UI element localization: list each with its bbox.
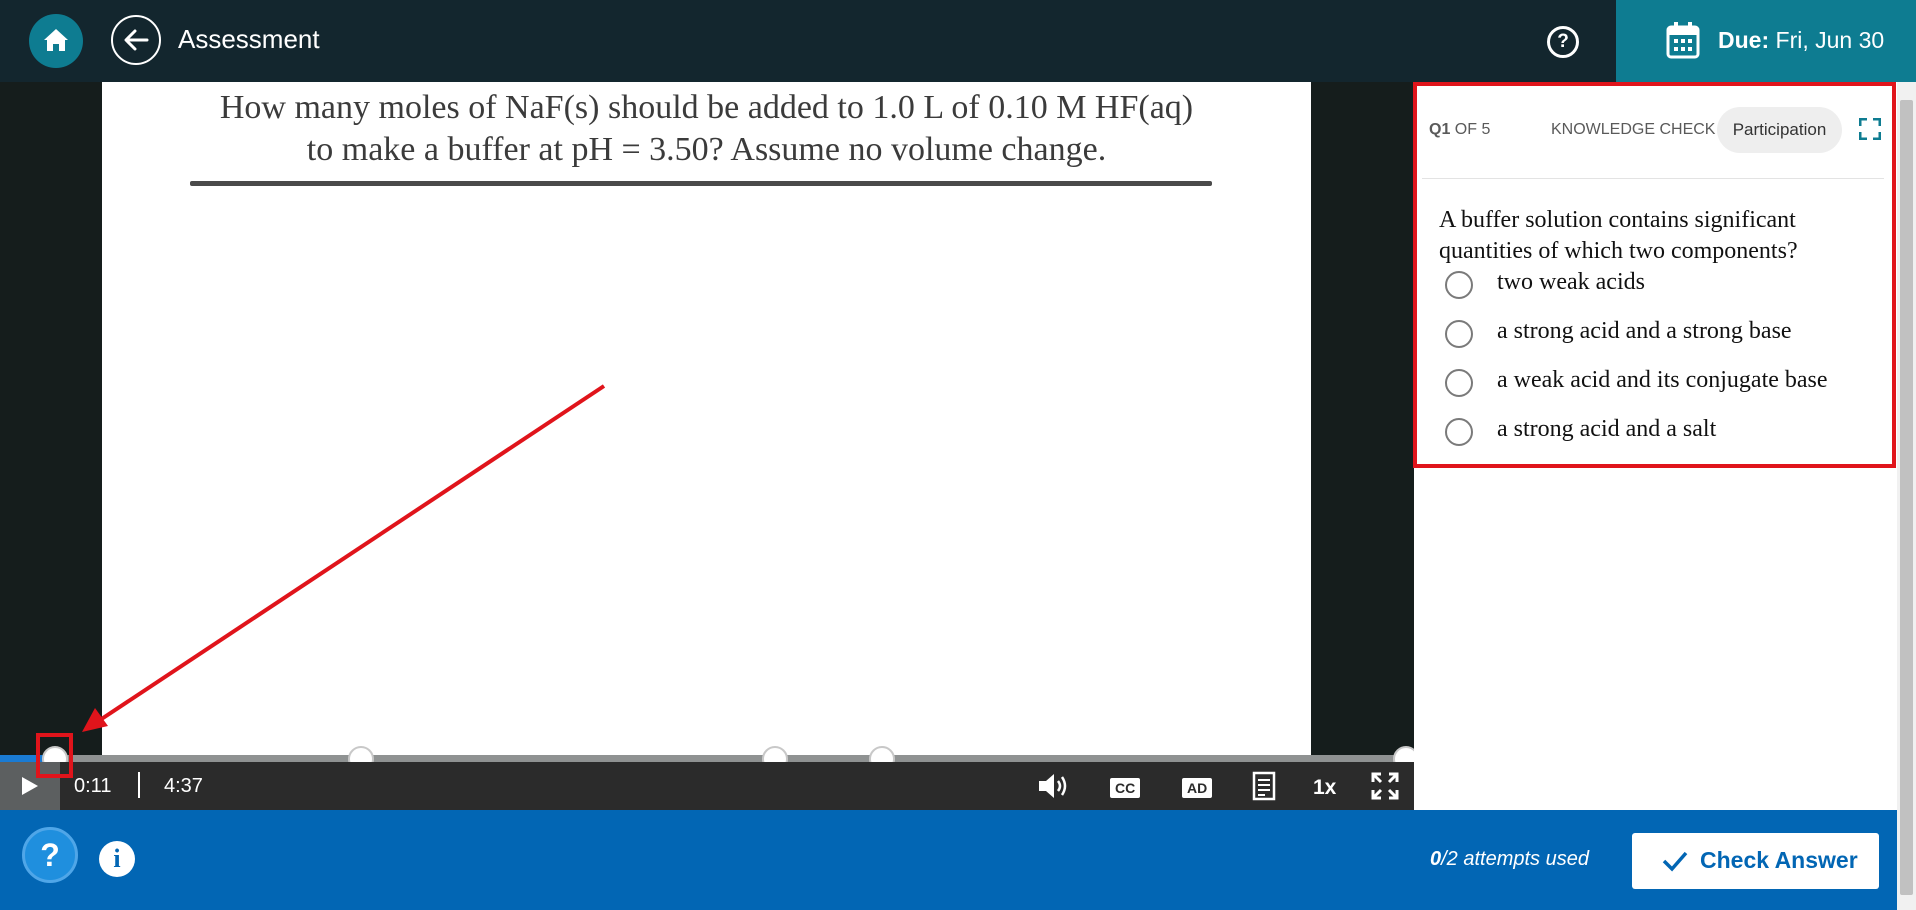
video-frame: How many moles of NaF(s) should be added…: [102, 82, 1311, 755]
time-separator: [138, 772, 140, 798]
progress-bar[interactable]: [0, 755, 1414, 762]
due-date: Due: Fri, Jun 30: [1718, 27, 1885, 53]
video-player[interactable]: How many moles of NaF(s) should be added…: [0, 82, 1419, 810]
scrollbar[interactable]: [1897, 82, 1916, 910]
current-time: 0:11: [74, 775, 112, 797]
playback-speed-button[interactable]: 1x: [1313, 776, 1336, 800]
highlight-box-question: [1413, 82, 1896, 468]
slide-underline: [190, 181, 1212, 186]
attempts-counter: 0/2 attempts used: [1430, 848, 1589, 870]
transcript-icon[interactable]: [1252, 771, 1276, 801]
highlight-box-thumb: [36, 733, 73, 778]
slide-line-1: How many moles of NaF(s) should be added…: [219, 89, 1194, 126]
info-button[interactable]: i: [99, 841, 135, 877]
video-controls: 0:11 4:37 CC AD 1x: [0, 762, 1414, 810]
audio-description-button[interactable]: AD: [1182, 778, 1213, 798]
volume-icon[interactable]: [1037, 771, 1071, 801]
calendar-icon: [1666, 22, 1700, 59]
page-title: Assessment: [178, 24, 320, 54]
arrow-left-icon: [124, 29, 149, 51]
captions-button[interactable]: CC: [1110, 778, 1141, 798]
help-button[interactable]: ?: [22, 827, 78, 883]
duration: 4:37: [164, 775, 203, 797]
scrollbar-thumb[interactable]: [1900, 100, 1913, 895]
slide-line-2: to make a buffer at pH = 3.50? Assume no…: [306, 131, 1107, 168]
check-answer-button[interactable]: Check Answer: [1632, 833, 1879, 889]
home-icon: [44, 29, 68, 51]
bottom-bar: ? i 0/2 attempts used Check Answer: [0, 810, 1897, 910]
back-button[interactable]: [111, 15, 161, 65]
due-date-panel: Due: Fri, Jun 30: [1616, 0, 1916, 82]
top-bar: Assessment ? Due: Fri, Jun 30: [0, 0, 1916, 82]
help-button[interactable]: ?: [1547, 26, 1579, 58]
checkmark-icon: [1662, 851, 1688, 872]
home-button[interactable]: [29, 14, 83, 68]
fullscreen-icon[interactable]: [1370, 771, 1400, 801]
check-answer-label: Check Answer: [1700, 847, 1858, 873]
play-icon: [22, 777, 38, 795]
slide-question: How many moles of NaF(s) should be added…: [102, 87, 1311, 171]
